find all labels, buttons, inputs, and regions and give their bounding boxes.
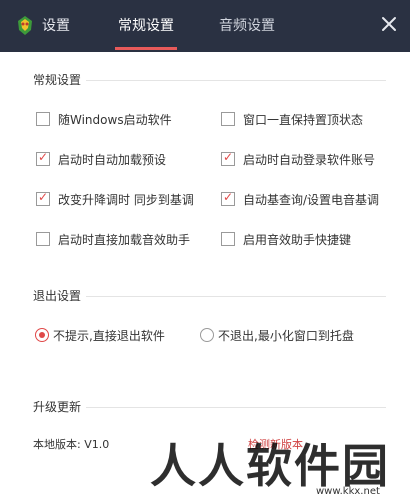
settings-title: 设置: [42, 18, 70, 34]
local-version-text: 本地版本: V1.0: [33, 438, 110, 451]
title-bar: 设置 常规设置 音频设置: [0, 0, 410, 52]
tab-general-settings[interactable]: 常规设置: [118, 15, 174, 35]
checkbox[interactable]: [36, 150, 50, 166]
option-auto-load-preset[interactable]: 启动时自动加载预设: [36, 150, 166, 168]
radio-button[interactable]: [35, 328, 49, 342]
checkbox[interactable]: [221, 232, 235, 246]
option-assistant-hotkey[interactable]: 启用音效助手快捷键: [221, 230, 351, 248]
option-label: 启动时自动加载预设: [58, 152, 167, 167]
close-icon[interactable]: [378, 13, 400, 35]
checkbox[interactable]: [36, 190, 50, 206]
radio-label: 不退出,最小化窗口到托盘: [218, 328, 354, 343]
option-label: 窗口一直保持置顶状态: [243, 112, 364, 127]
app-logo-icon: [18, 16, 32, 35]
option-load-effect-assistant[interactable]: 启动时直接加载音效助手: [36, 230, 190, 248]
option-start-with-windows[interactable]: 随Windows启动软件: [36, 110, 172, 128]
radio-exit-directly[interactable]: 不提示,直接退出软件: [35, 326, 165, 344]
option-auto-login[interactable]: 启动时自动登录软件账号: [221, 150, 375, 168]
option-auto-base-key[interactable]: 自动基查询/设置电音基调: [221, 190, 379, 208]
tab-audio-settings[interactable]: 音频设置: [219, 15, 275, 35]
checkbox[interactable]: [221, 190, 235, 206]
option-label: 改变升降调时 同步到基调: [58, 192, 194, 207]
radio-label: 不提示,直接退出软件: [53, 328, 165, 343]
general-section-divider: [86, 80, 386, 81]
general-section-title: 常规设置: [33, 73, 82, 87]
radio-minimize-to-tray[interactable]: 不退出,最小化窗口到托盘: [200, 326, 354, 344]
option-label: 自动基查询/设置电音基调: [243, 192, 380, 207]
exit-section-divider: [86, 296, 386, 297]
option-always-on-top[interactable]: 窗口一直保持置顶状态: [221, 110, 363, 128]
checkbox[interactable]: [221, 112, 235, 126]
active-tab-indicator: [115, 47, 177, 50]
watermark-url: www.kkx.net: [316, 486, 380, 497]
update-section-title: 升级更新: [33, 400, 82, 414]
checkbox[interactable]: [36, 232, 50, 246]
option-label: 随Windows启动软件: [58, 112, 172, 127]
option-label: 启动时自动登录软件账号: [243, 152, 376, 167]
radio-button[interactable]: [200, 328, 214, 342]
checkbox[interactable]: [36, 112, 50, 126]
option-sync-key-change[interactable]: 改变升降调时 同步到基调: [36, 190, 194, 208]
option-label: 启用音效助手快捷键: [243, 232, 352, 247]
option-label: 启动时直接加载音效助手: [58, 232, 191, 247]
update-section-divider: [86, 407, 386, 408]
exit-section-title: 退出设置: [33, 289, 82, 303]
checkbox[interactable]: [221, 150, 235, 166]
